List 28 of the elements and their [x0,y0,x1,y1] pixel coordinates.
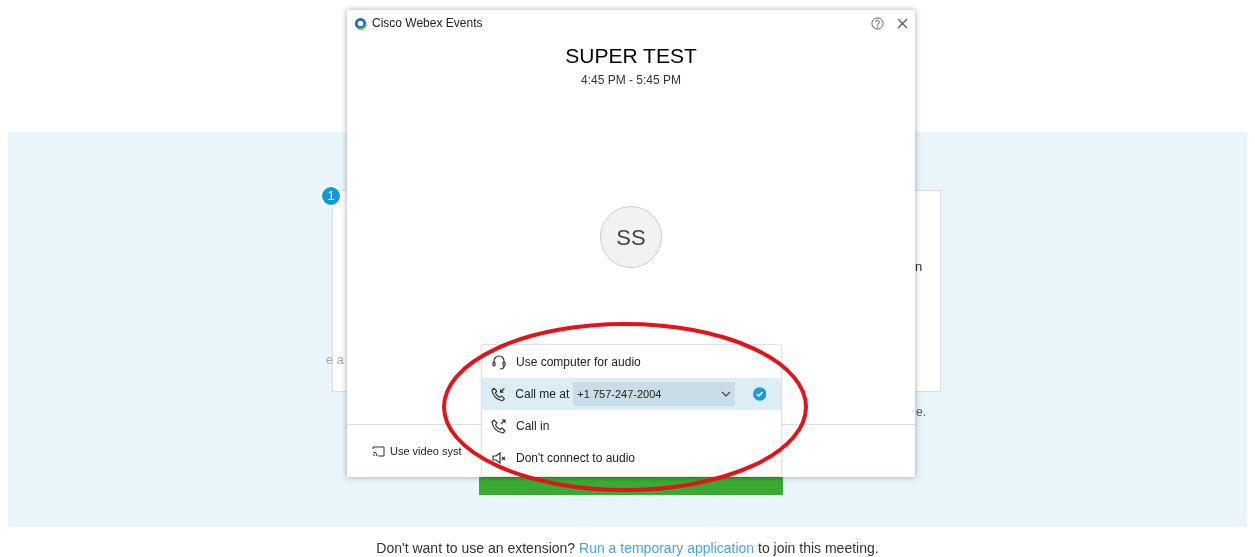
audio-option[interactable]: Don't connect to audio [482,442,781,474]
video-system-text[interactable]: Use video syst [390,442,462,460]
option-label: Call me at [515,386,570,403]
meeting-title: SUPER TEST [564,43,698,69]
audio-option[interactable]: Call me at +1 757-247-2004 [482,378,781,410]
phone-incoming-icon [491,386,507,402]
close-icon[interactable] [897,17,908,29]
cast-icon [372,445,385,457]
audio-option[interactable]: Use computer for audio [482,346,781,378]
audio-option[interactable]: Call in [482,410,781,442]
avatar: SS [600,206,662,268]
phone-outgoing-icon [491,418,507,434]
option-label: Don't connect to audio [516,450,636,467]
window-title: Cisco Webex Events [372,15,483,32]
phone-number-dropdown[interactable]: +1 757-247-2004 [573,382,735,406]
partial-text: e. [916,404,926,421]
option-label: Call in [516,418,550,435]
check-icon [752,387,766,401]
meeting-time: 4:45 PM - 5:45 PM [579,72,682,89]
footer-text: Don't want to use an extension? Run a temporary application to join this meeting. [375,539,880,557]
option-label: Use computer for audio [516,354,641,371]
speaker-muted-icon [491,450,507,466]
chevron-down-icon [720,391,731,397]
help-icon[interactable] [871,16,884,30]
partial-text: n [915,258,923,276]
headset-icon [491,354,507,370]
partial-text: e a [326,351,345,369]
app-logo-icon [354,16,367,30]
